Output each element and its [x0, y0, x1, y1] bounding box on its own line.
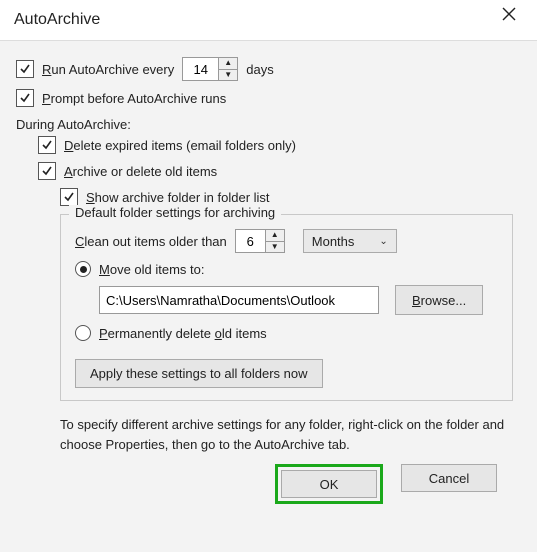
delete-expired-label: Delete expired items (email folders only… — [64, 138, 296, 153]
ok-button[interactable]: OK — [281, 470, 377, 498]
move-items-row: Move old items to: — [75, 261, 500, 277]
clean-out-field: ▲ ▼ — [235, 229, 285, 253]
chevron-down-icon: ⌄ — [379, 236, 387, 247]
delete-expired-checkbox[interactable] — [38, 136, 56, 154]
dialog-content: Run AutoArchive every ▲ ▼ days Prompt be… — [0, 41, 537, 516]
browse-button[interactable]: Browse... — [395, 285, 483, 315]
prompt-row: Prompt before AutoArchive runs — [16, 89, 521, 107]
delete-expired-row: Delete expired items (email folders only… — [16, 136, 521, 154]
show-folder-label: Show archive folder in folder list — [86, 190, 270, 205]
group-legend: Default folder settings for archiving — [69, 205, 281, 220]
archive-delete-checkbox[interactable] — [38, 162, 56, 180]
spin-up-icon[interactable]: ▲ — [266, 230, 284, 241]
clean-out-label: Clean out items older than — [75, 234, 227, 249]
run-autoarchive-row: Run AutoArchive every ▲ ▼ days — [16, 57, 521, 81]
prompt-label: Prompt before AutoArchive runs — [42, 91, 226, 106]
run-days-input[interactable] — [182, 57, 218, 81]
apply-all-button[interactable]: Apply these settings to all folders now — [75, 359, 323, 388]
path-row: Browse... — [99, 285, 500, 315]
close-icon[interactable] — [495, 6, 523, 34]
default-folder-group: Default folder settings for archiving Cl… — [60, 214, 513, 401]
dialog-footer: OK Cancel — [16, 464, 521, 516]
spin-up-icon[interactable]: ▲ — [219, 58, 237, 69]
clean-out-input[interactable] — [235, 229, 265, 253]
during-label: During AutoArchive: — [16, 117, 521, 132]
spin-down-icon[interactable]: ▼ — [219, 69, 237, 81]
permanently-delete-radio[interactable] — [75, 325, 91, 341]
run-days-spinner: ▲ ▼ — [218, 57, 238, 81]
archive-delete-row: Archive or delete old items — [16, 162, 521, 180]
ok-highlight: OK — [275, 464, 383, 504]
title-bar: AutoArchive — [0, 0, 537, 41]
hint-text: To specify different archive settings fo… — [60, 415, 521, 454]
run-days-unit: days — [246, 62, 273, 77]
run-days-field: ▲ ▼ — [182, 57, 238, 81]
run-autoarchive-label: Run AutoArchive every — [42, 62, 174, 77]
move-items-radio[interactable] — [75, 261, 91, 277]
clean-out-row: Clean out items older than ▲ ▼ Months ⌄ — [75, 229, 500, 253]
window-title: AutoArchive — [14, 11, 100, 29]
archive-delete-label: Archive or delete old items — [64, 164, 217, 179]
clean-out-unit-value: Months — [312, 234, 355, 249]
permanently-delete-row: Permanently delete old items — [75, 325, 500, 341]
permanently-delete-label: Permanently delete old items — [99, 326, 267, 341]
show-folder-row: Show archive folder in folder list — [16, 188, 521, 206]
show-folder-checkbox[interactable] — [60, 188, 78, 206]
move-items-label: Move old items to: — [99, 262, 205, 277]
clean-out-spinner: ▲ ▼ — [265, 229, 285, 253]
clean-out-unit-select[interactable]: Months ⌄ — [303, 229, 397, 253]
cancel-button[interactable]: Cancel — [401, 464, 497, 492]
spin-down-icon[interactable]: ▼ — [266, 241, 284, 253]
prompt-checkbox[interactable] — [16, 89, 34, 107]
run-autoarchive-checkbox[interactable] — [16, 60, 34, 78]
archive-path-input[interactable] — [99, 286, 379, 314]
